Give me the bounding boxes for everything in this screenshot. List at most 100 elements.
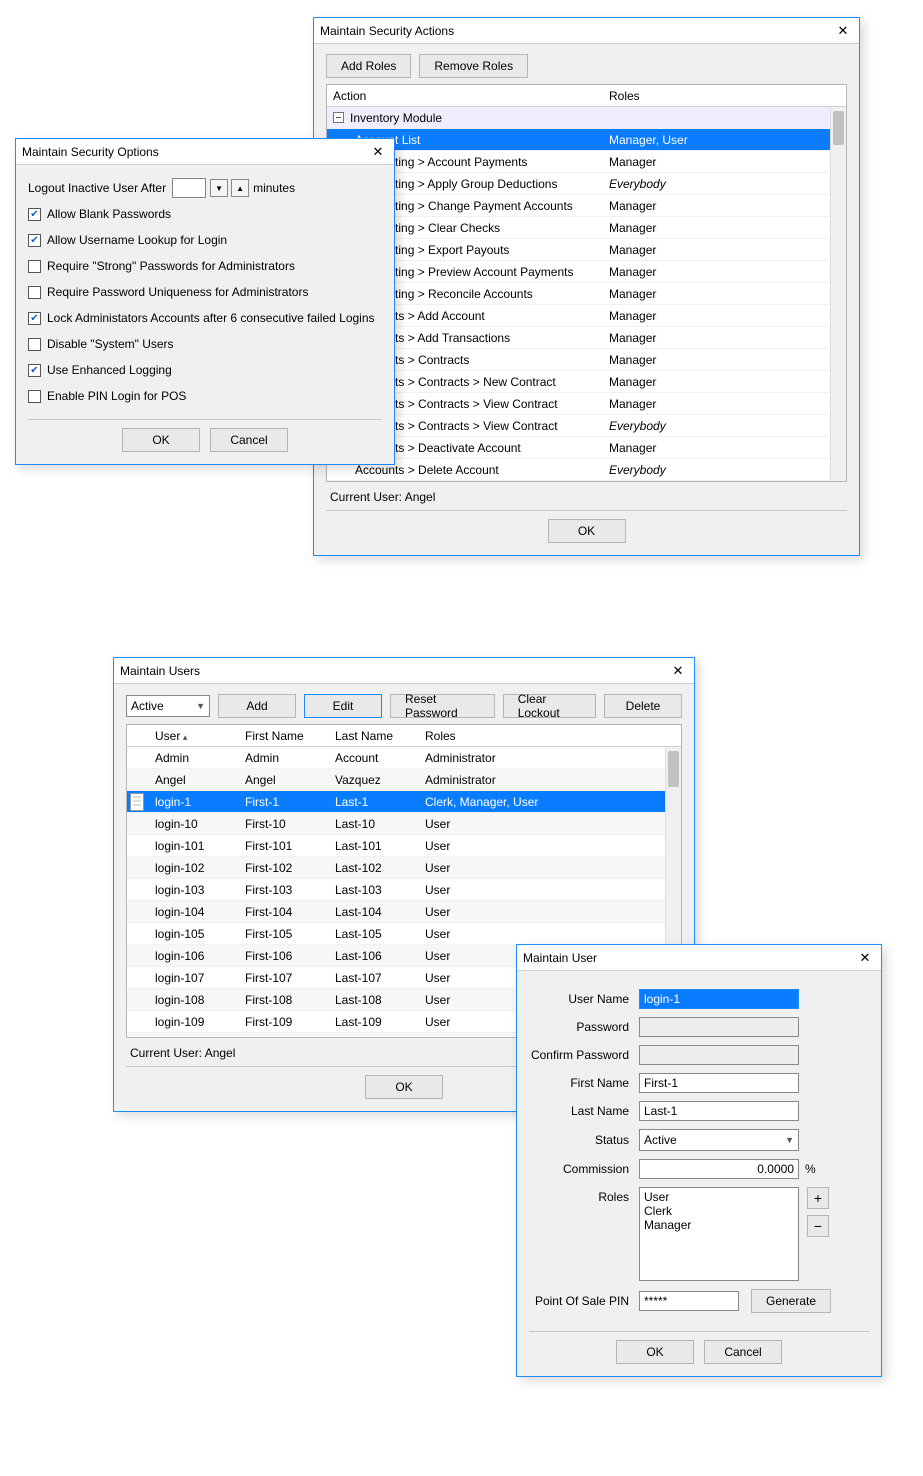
checkbox[interactable] bbox=[28, 390, 41, 403]
scrollbar[interactable] bbox=[830, 107, 846, 481]
cell-user: login-1 bbox=[149, 795, 239, 809]
spin-up-icon[interactable]: ▲ bbox=[231, 179, 249, 197]
commission-input[interactable]: 0.0000 bbox=[639, 1159, 799, 1179]
dialog-title: Maintain User bbox=[523, 951, 597, 965]
remove-role-button[interactable]: − bbox=[807, 1215, 829, 1237]
cell-roles: User bbox=[419, 883, 681, 897]
label-commission: Commission bbox=[529, 1162, 639, 1176]
cell-roles: Manager bbox=[603, 155, 846, 169]
checkbox[interactable]: ✔ bbox=[28, 234, 41, 247]
table-row[interactable]: login-104First-104Last-104User bbox=[127, 901, 681, 923]
table-row[interactable]: login-10First-10Last-10User bbox=[127, 813, 681, 835]
table-row[interactable]: Accounting > Preview Account PaymentsMan… bbox=[327, 261, 846, 283]
last-name-input[interactable]: Last-1 bbox=[639, 1101, 799, 1121]
generate-pin-button[interactable]: Generate bbox=[751, 1289, 831, 1313]
label-password: Password bbox=[529, 1020, 639, 1034]
table-row[interactable]: Accounts > Deactivate AccountManager bbox=[327, 437, 846, 459]
checkbox[interactable] bbox=[28, 338, 41, 351]
roles-listbox[interactable]: UserClerkManager bbox=[639, 1187, 799, 1281]
col-action[interactable]: Action bbox=[327, 89, 603, 103]
cell-user: login-107 bbox=[149, 971, 239, 985]
logout-minutes-input[interactable] bbox=[172, 178, 206, 198]
group-row[interactable]: Inventory Module bbox=[327, 107, 846, 129]
checkbox[interactable]: ✔ bbox=[28, 364, 41, 377]
option-label: Allow Username Lookup for Login bbox=[47, 233, 227, 247]
row-handle-icon[interactable] bbox=[130, 793, 144, 811]
role-item[interactable]: User bbox=[644, 1190, 794, 1204]
edit-button[interactable]: Edit bbox=[304, 694, 382, 718]
cancel-button[interactable]: Cancel bbox=[704, 1340, 782, 1364]
close-icon[interactable]: ✕ bbox=[855, 948, 875, 968]
close-icon[interactable]: ✕ bbox=[668, 661, 688, 681]
table-row[interactable]: login-101First-101Last-101User bbox=[127, 835, 681, 857]
cell-last: Last-109 bbox=[329, 1015, 419, 1029]
col-user[interactable]: User bbox=[149, 729, 239, 743]
col-roles[interactable]: Roles bbox=[419, 729, 681, 743]
table-row[interactable]: Accounting > Account PaymentsManager bbox=[327, 151, 846, 173]
role-item[interactable]: Manager bbox=[644, 1218, 794, 1232]
spin-down-icon[interactable]: ▼ bbox=[210, 179, 228, 197]
checkbox[interactable]: ✔ bbox=[28, 208, 41, 221]
status-filter-select[interactable]: Active▼ bbox=[126, 695, 210, 717]
cancel-button[interactable]: Cancel bbox=[210, 428, 288, 452]
cell-first: First-10 bbox=[239, 817, 329, 831]
password-input[interactable] bbox=[639, 1017, 799, 1037]
checkbox[interactable] bbox=[28, 286, 41, 299]
table-row[interactable]: Accounts > Add AccountManager bbox=[327, 305, 846, 327]
close-icon[interactable]: ✕ bbox=[833, 21, 853, 41]
remove-roles-button[interactable]: Remove Roles bbox=[419, 54, 528, 78]
table-row[interactable]: Accounting > Change Payment AccountsMana… bbox=[327, 195, 846, 217]
checkbox[interactable]: ✔ bbox=[28, 312, 41, 325]
pin-input[interactable]: ***** bbox=[639, 1291, 739, 1311]
confirm-password-input[interactable] bbox=[639, 1045, 799, 1065]
col-roles[interactable]: Roles bbox=[603, 89, 846, 103]
table-row[interactable]: Accounts > Contracts > View ContractMana… bbox=[327, 393, 846, 415]
ok-button[interactable]: OK bbox=[548, 519, 626, 543]
checkbox[interactable] bbox=[28, 260, 41, 273]
cell-roles: Manager bbox=[603, 199, 846, 213]
chevron-down-icon: ▼ bbox=[785, 1135, 794, 1145]
table-row[interactable]: login-1First-1Last-1Clerk, Manager, User bbox=[127, 791, 681, 813]
cell-roles: Manager bbox=[603, 441, 846, 455]
table-row[interactable]: Accounts > Add TransactionsManager bbox=[327, 327, 846, 349]
scroll-thumb[interactable] bbox=[833, 111, 844, 145]
table-row[interactable]: login-105First-105Last-105User bbox=[127, 923, 681, 945]
ok-button[interactable]: OK bbox=[616, 1340, 694, 1364]
table-row[interactable]: login-102First-102Last-102User bbox=[127, 857, 681, 879]
table-row[interactable]: AdminAdminAccountAdministrator bbox=[127, 747, 681, 769]
group-label: Inventory Module bbox=[350, 111, 442, 125]
table-row[interactable]: Accounting > Export PayoutsManager bbox=[327, 239, 846, 261]
reset-password-button[interactable]: Reset Password bbox=[390, 694, 495, 718]
table-row[interactable]: Accounts > ContractsManager bbox=[327, 349, 846, 371]
col-last[interactable]: Last Name bbox=[329, 729, 419, 743]
cell-first: First-108 bbox=[239, 993, 329, 1007]
table-row[interactable]: Accounts > Contracts > View ContractEver… bbox=[327, 415, 846, 437]
close-icon[interactable]: ✕ bbox=[368, 142, 388, 162]
username-input[interactable]: login-1 bbox=[639, 989, 799, 1009]
add-role-button[interactable]: + bbox=[807, 1187, 829, 1209]
titlebar: Maintain User ✕ bbox=[517, 945, 881, 971]
cell-user: login-104 bbox=[149, 905, 239, 919]
collapse-icon[interactable] bbox=[333, 112, 344, 123]
option-label: Disable "System" Users bbox=[47, 337, 174, 351]
table-row[interactable]: Accounting > Reconcile AccountsManager bbox=[327, 283, 846, 305]
add-button[interactable]: Add bbox=[218, 694, 296, 718]
table-row[interactable]: Accounting > Clear ChecksManager bbox=[327, 217, 846, 239]
table-row[interactable]: Accounts > Delete AccountEverybody bbox=[327, 459, 846, 481]
first-name-input[interactable]: First-1 bbox=[639, 1073, 799, 1093]
table-row[interactable]: Account ListManager, User bbox=[327, 129, 846, 151]
clear-lockout-button[interactable]: Clear Lockout bbox=[503, 694, 596, 718]
table-row[interactable]: login-103First-103Last-103User bbox=[127, 879, 681, 901]
table-row[interactable]: Accounts > Contracts > New ContractManag… bbox=[327, 371, 846, 393]
scroll-thumb[interactable] bbox=[668, 751, 679, 787]
table-row[interactable]: AngelAngelVazquezAdministrator bbox=[127, 769, 681, 791]
cell-roles: Everybody bbox=[603, 177, 846, 191]
delete-button[interactable]: Delete bbox=[604, 694, 682, 718]
status-select[interactable]: Active▼ bbox=[639, 1129, 799, 1151]
add-roles-button[interactable]: Add Roles bbox=[326, 54, 411, 78]
role-item[interactable]: Clerk bbox=[644, 1204, 794, 1218]
ok-button[interactable]: OK bbox=[365, 1075, 443, 1099]
ok-button[interactable]: OK bbox=[122, 428, 200, 452]
col-first[interactable]: First Name bbox=[239, 729, 329, 743]
table-row[interactable]: Accounting > Apply Group DeductionsEvery… bbox=[327, 173, 846, 195]
